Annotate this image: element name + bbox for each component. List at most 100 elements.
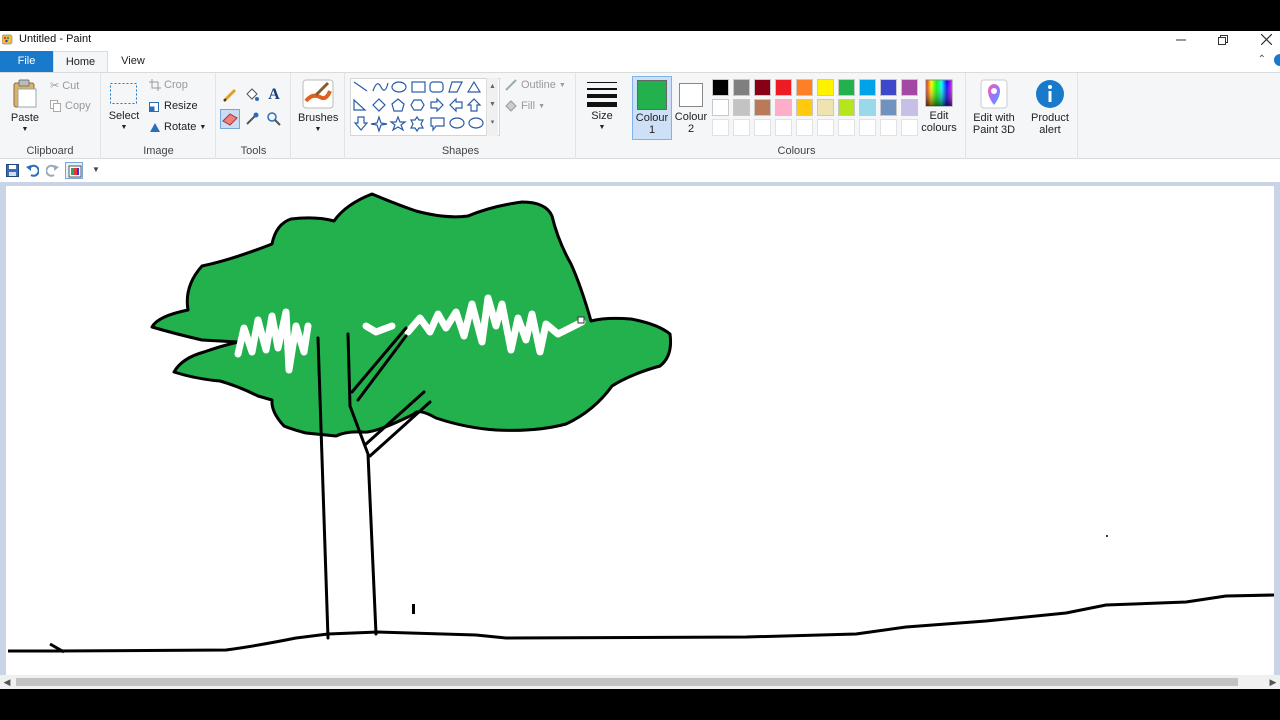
paste-button[interactable]: Paste ▼ [6, 79, 44, 136]
oval-callout-shape-icon[interactable] [449, 117, 465, 129]
palette-swatch[interactable] [859, 79, 876, 96]
palette-swatch[interactable] [901, 79, 918, 96]
pencil-tool[interactable] [220, 85, 240, 105]
left-arrow-shape-icon[interactable] [449, 97, 463, 113]
diamond-shape-icon[interactable] [372, 98, 386, 112]
palette-custom-slot[interactable] [775, 119, 792, 136]
minimize-button[interactable] [1167, 31, 1195, 48]
size-button[interactable]: Size ▼ [582, 79, 622, 134]
palette-swatch[interactable] [817, 99, 834, 116]
five-point-star-shape-icon[interactable] [389, 115, 407, 132]
tab-view[interactable]: View [108, 51, 158, 72]
palette-swatch[interactable] [859, 99, 876, 116]
scroll-left-icon[interactable]: ◀ [0, 675, 14, 689]
colour1-button[interactable]: Colour 1 [632, 76, 672, 140]
text-tool[interactable]: A [264, 85, 284, 105]
palette-swatch[interactable] [880, 99, 897, 116]
cloud-callout-shape-icon[interactable] [468, 117, 484, 129]
horizontal-scrollbar[interactable]: ◀ ▶ [0, 675, 1280, 689]
rotate-dropdown-icon[interactable]: ▼ [199, 124, 206, 131]
scroll-right-icon[interactable]: ▶ [1266, 675, 1280, 689]
close-button[interactable] [1252, 31, 1280, 48]
product-alert-button[interactable]: Product alert [1025, 79, 1075, 136]
tab-home[interactable]: Home [53, 51, 108, 72]
rotate-button[interactable]: Rotate ▼ [149, 121, 206, 133]
copy-button[interactable]: Copy [50, 100, 91, 112]
palette-swatch[interactable] [754, 79, 771, 96]
palette-swatch[interactable] [838, 79, 855, 96]
palette-custom-slot[interactable] [880, 119, 897, 136]
drawing-canvas[interactable] [6, 186, 1274, 675]
fill-tool[interactable] [242, 85, 262, 105]
palette-custom-slot[interactable] [712, 119, 729, 136]
palette-custom-slot[interactable] [817, 119, 834, 136]
curve-shape-icon[interactable] [372, 82, 389, 92]
palette-swatch[interactable] [880, 79, 897, 96]
oval-shape-icon[interactable] [391, 81, 407, 93]
save-icon[interactable] [6, 164, 19, 177]
fill-dropdown-icon[interactable]: ▼ [538, 103, 545, 110]
brushes-dropdown-icon[interactable]: ▼ [298, 124, 338, 136]
palette-swatch[interactable] [901, 99, 918, 116]
select-dropdown-icon[interactable]: ▼ [106, 122, 142, 134]
shapes-gallery-scroll[interactable]: ▲ ▼ ▾ [486, 78, 498, 136]
palette-custom-slot[interactable] [901, 119, 918, 136]
up-arrow-shape-icon[interactable] [466, 98, 482, 112]
resize-button[interactable]: Resize [149, 100, 198, 112]
qat-custom-button[interactable] [65, 162, 83, 179]
palette-custom-slot[interactable] [733, 119, 750, 136]
qat-customize-dropdown-icon[interactable]: ▼ [92, 165, 100, 174]
triangle-shape-icon[interactable] [466, 80, 482, 93]
down-arrow-shape-icon[interactable] [353, 116, 369, 131]
brushes-button[interactable]: Brushes ▼ [298, 79, 338, 136]
size-dropdown-icon[interactable]: ▼ [582, 122, 622, 134]
rounded-rectangle-shape-icon[interactable] [429, 81, 444, 93]
palette-swatch[interactable] [733, 99, 750, 116]
outline-button[interactable]: Outline ▼ [504, 79, 566, 91]
paint3d-icon [980, 79, 1008, 109]
palette-swatch[interactable] [712, 99, 729, 116]
palette-custom-slot[interactable] [859, 119, 876, 136]
pentagon-shape-icon[interactable] [391, 98, 405, 112]
four-point-star-shape-icon[interactable] [370, 115, 388, 133]
line-shape-icon[interactable] [353, 81, 368, 92]
six-point-star-shape-icon[interactable] [410, 115, 424, 133]
eraser-tool[interactable] [220, 109, 240, 129]
restore-button[interactable] [1209, 31, 1237, 48]
palette-swatch[interactable] [817, 79, 834, 96]
palette-swatch[interactable] [712, 79, 729, 96]
palette-custom-slot[interactable] [796, 119, 813, 136]
palette-swatch[interactable] [754, 99, 771, 116]
palette-swatch[interactable] [796, 79, 813, 96]
redo-icon[interactable] [46, 164, 59, 177]
palette-custom-slot[interactable] [838, 119, 855, 136]
outline-dropdown-icon[interactable]: ▼ [559, 82, 566, 89]
palette-swatch[interactable] [775, 79, 792, 96]
hexagon-shape-icon[interactable] [410, 99, 425, 111]
rectangle-shape-icon[interactable] [411, 81, 426, 93]
palette-swatch[interactable] [775, 99, 792, 116]
palette-swatch[interactable] [838, 99, 855, 116]
rounded-callout-shape-icon[interactable] [430, 117, 445, 132]
edit-with-paint3d-button[interactable]: Edit with Paint 3D [969, 79, 1019, 136]
right-triangle-shape-icon[interactable] [353, 98, 367, 111]
select-button[interactable]: Select ▼ [106, 81, 142, 134]
edit-colours-button[interactable]: Edit colours [918, 79, 960, 134]
crop-button[interactable]: Crop [149, 79, 188, 91]
fill-button[interactable]: Fill ▼ [504, 100, 545, 112]
cut-button[interactable]: ✂ Cut [50, 79, 79, 93]
collapse-ribbon-icon[interactable]: ⌃ [1258, 54, 1266, 65]
colour-picker-tool[interactable] [242, 109, 262, 129]
scrollbar-thumb[interactable] [16, 678, 1238, 686]
polygon-shape-icon[interactable] [448, 81, 463, 93]
undo-icon[interactable] [26, 164, 39, 177]
paste-dropdown-icon[interactable]: ▼ [6, 124, 44, 136]
palette-swatch[interactable] [733, 79, 750, 96]
right-arrow-shape-icon[interactable] [430, 97, 444, 113]
tab-file[interactable]: File [0, 51, 53, 72]
colour2-button[interactable]: Colour 2 [673, 76, 709, 140]
help-icon[interactable] [1274, 54, 1280, 66]
palette-custom-slot[interactable] [754, 119, 771, 136]
magnifier-tool[interactable] [264, 109, 284, 129]
palette-swatch[interactable] [796, 99, 813, 116]
